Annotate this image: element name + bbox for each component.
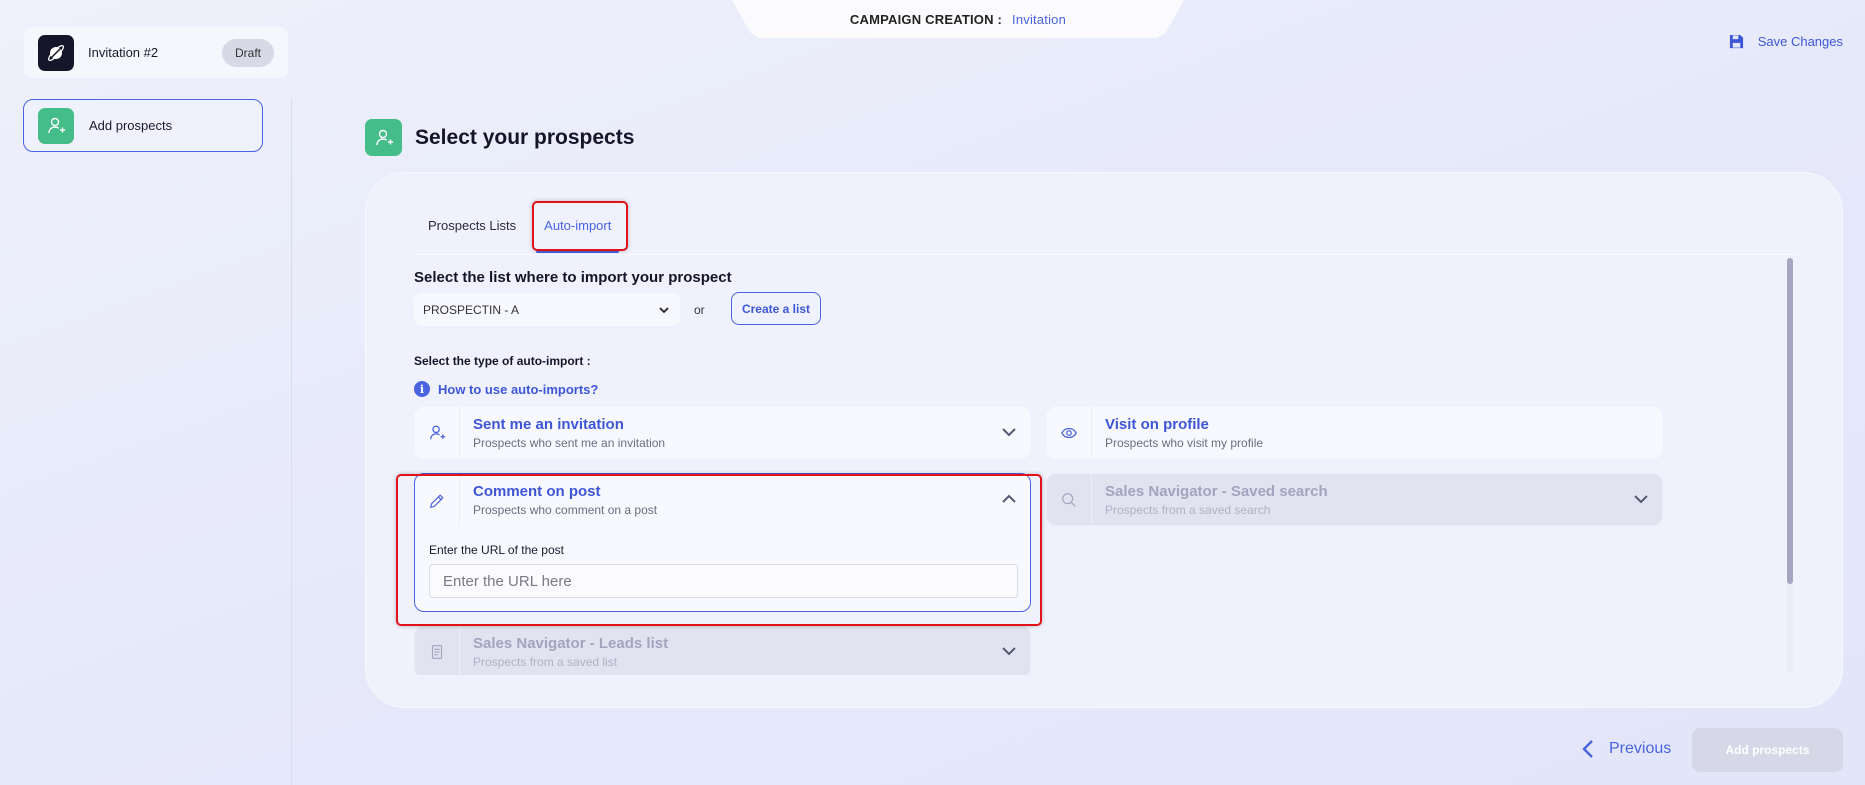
help-link[interactable]: i How to use auto-imports? [414,381,598,397]
tab-auto-import[interactable]: Auto-import [530,201,625,253]
info-icon: i [414,381,430,397]
auto-import-type-label: Select the type of auto-import : [414,354,591,368]
campaign-logo [38,34,74,71]
pencil-icon [429,493,444,508]
step-label: Add prospects [89,118,173,133]
previous-button[interactable]: Previous [1581,739,1671,759]
chevron-down-icon [1002,647,1016,656]
floppy-disk-icon [1729,34,1743,49]
option-sales-nav-leads-list: Sales Navigator - Leads list Prospects f… [414,625,1031,675]
header-icon-wrap [365,119,402,156]
step-icon-wrap [38,107,74,144]
option-title: Visit on profile [1105,416,1209,433]
option-comment-post[interactable]: Comment on post Prospects who comment on… [414,473,1031,612]
url-field-label: Enter the URL of the post [429,543,564,557]
option-icon-wrap [1047,474,1092,525]
user-plus-icon [48,117,65,133]
help-link-label: How to use auto-imports? [438,381,599,397]
page-title: Select your prospects [415,125,635,149]
campaign-breadcrumb: CAMPAIGN CREATION : Invitation [732,0,1184,38]
search-icon [1062,492,1076,507]
option-visit-profile[interactable]: Visit on profile Prospects who visit my … [1046,406,1663,459]
campaign-card: Invitation #2 Draft [23,26,289,79]
breadcrumb-value: Invitation [1012,11,1067,27]
campaign-name: Invitation #2 [88,45,159,60]
option-title: Sent me an invitation [473,416,624,433]
chevron-up-icon[interactable] [1000,490,1018,508]
create-list-button[interactable]: Create a list [731,292,821,325]
tab-prospects-lists[interactable]: Prospects Lists [414,201,530,251]
save-changes-button[interactable]: Save Changes [1729,34,1843,49]
option-sales-nav-saved-search: Sales Navigator - Saved search Prospects… [1046,473,1663,526]
option-subtitle: Prospects who comment on a post [473,503,658,517]
save-changes-label: Save Changes [1757,34,1843,49]
chevron-left-icon [1582,740,1593,758]
option-title: Sales Navigator - Leads list [473,635,669,652]
breadcrumb-label: CAMPAIGN CREATION : [849,11,1003,27]
option-icon-wrap [415,474,460,527]
option-subtitle: Prospects from a saved list [473,655,618,669]
list-icon [431,644,443,659]
option-subtitle: Prospects from a saved search [1105,503,1271,517]
planet-icon [47,44,65,61]
user-plus-icon [430,425,446,439]
chevron-down-icon[interactable] [1000,423,1018,441]
chevron-down-icon [659,306,669,313]
eye-icon [1061,427,1077,438]
option-icon-wrap [415,407,460,458]
option-title: Comment on post [473,483,601,500]
or-text: or [694,303,705,317]
add-prospects-button[interactable]: Add prospects [1692,728,1843,772]
list-select[interactable]: PROSPECTIN - A [414,293,680,326]
page-header: Select your prospects [365,119,634,156]
option-icon-wrap [1047,407,1092,458]
option-subtitle: Prospects who visit my profile [1105,436,1264,450]
scrollbar-thumb[interactable] [1787,258,1793,584]
user-plus-icon [375,129,393,145]
status-badge: Draft [221,38,274,67]
tab-bar: Prospects Lists Auto-import [414,201,1799,255]
scrollbar[interactable] [1787,258,1793,672]
previous-label: Previous [1609,740,1672,757]
list-select-value: PROSPECTIN - A [423,302,520,317]
option-icon-wrap [415,626,460,675]
option-subtitle: Prospects who sent me an invitation [473,436,666,450]
auto-import-content: Select the list where to import your pro… [414,255,1784,675]
post-url-input[interactable] [429,564,1018,598]
sidebar-divider [291,98,292,785]
chevron-down-icon [1634,495,1648,504]
option-sent-invitation[interactable]: Sent me an invitation Prospects who sent… [414,406,1031,459]
option-title: Sales Navigator - Saved search [1105,483,1328,500]
prospects-card: Prospects Lists Auto-import Select the l… [365,172,1843,708]
sidebar-step-add-prospects[interactable]: Add prospects [23,99,263,152]
list-section-title: Select the list where to import your pro… [414,269,732,286]
